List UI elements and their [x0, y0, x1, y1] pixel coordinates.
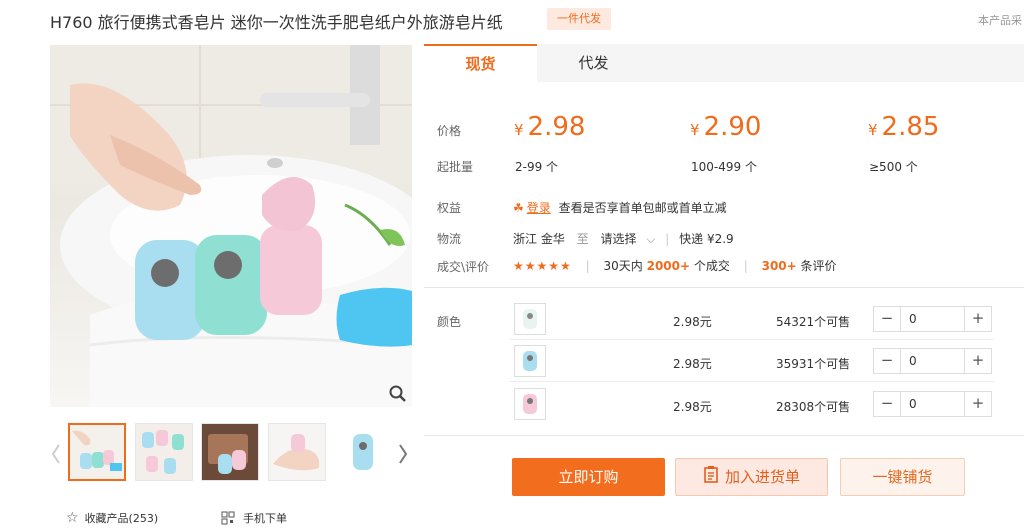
price-label: 价格	[437, 124, 462, 138]
currency-symbol: ¥	[690, 121, 700, 139]
price-tier-3: ¥2.85	[868, 112, 939, 142]
deals-count: 2000+	[646, 259, 691, 273]
add-to-cart-label: 加入进货单	[724, 468, 800, 486]
thumbnail-3[interactable]	[201, 423, 259, 481]
range-tier-2: 100-499 个	[691, 160, 757, 174]
price-value: 2.85	[881, 112, 940, 142]
quantity-stepper: − 0 +	[873, 306, 992, 332]
divider: |	[665, 232, 670, 246]
deals-label: 成交\评价	[437, 260, 490, 274]
sku-price: 2.98元	[673, 315, 712, 329]
sku-thumb-blue[interactable]	[514, 345, 546, 377]
dropship-badge: 一件代发	[547, 8, 611, 30]
login-link[interactable]: 登录	[527, 201, 551, 215]
deals-suffix: 个成交	[693, 259, 730, 273]
price-value: 2.98	[527, 112, 586, 142]
sku-divider	[509, 339, 994, 340]
sku-stock: 54321个可售	[776, 315, 851, 329]
main-product-image[interactable]	[50, 45, 412, 407]
chevron-down-icon: ⌵	[646, 232, 656, 246]
benefits-text: 查看是否享首单包邮或首单立减	[558, 201, 727, 215]
product-title: H760 旅行便携式香皂片 迷你一次性洗手肥皂纸户外旅游皂片纸	[50, 13, 503, 32]
favorite-button[interactable]: ☆ 收藏产品(253)	[66, 510, 158, 526]
qrcode-icon	[221, 511, 235, 528]
range-tier-1: 2-99 个	[515, 160, 559, 174]
mobile-order-button[interactable]: 手机下单	[221, 510, 287, 528]
color-label: 颜色	[437, 315, 462, 329]
price-tier-2: ¥2.90	[690, 112, 761, 142]
benefits-label: 权益	[437, 201, 462, 215]
thumbnail-5[interactable]	[334, 423, 392, 481]
tab-in-stock[interactable]: 现货	[424, 44, 537, 82]
favorite-label: 收藏产品(253)	[84, 512, 159, 525]
sku-price: 2.98元	[673, 357, 712, 371]
deals-row: ★★★★★ | 30天内 2000+ 个成交 | 300+ 条评价	[513, 257, 837, 274]
quantity-stepper: − 0 +	[873, 391, 992, 417]
order-now-button[interactable]: 立即订购	[512, 458, 665, 496]
price-value: 2.90	[703, 112, 762, 142]
rating-stars: ★★★★★	[513, 259, 572, 273]
range-tier-3: ≥500 个	[869, 160, 918, 174]
reviews-suffix: 条评价	[800, 259, 837, 273]
deals-prefix: 30天内	[603, 259, 643, 273]
quantity-input[interactable]: 0	[900, 349, 965, 373]
quantity-input[interactable]: 0	[900, 307, 965, 331]
decrement-button[interactable]: −	[874, 307, 900, 331]
increment-button[interactable]: +	[965, 392, 991, 416]
logistics-label: 物流	[437, 232, 462, 246]
sku-thumb-pink[interactable]	[514, 388, 546, 420]
thumbs-next-icon[interactable]	[397, 442, 409, 466]
quantity-stepper: − 0 +	[873, 348, 992, 374]
divider: |	[585, 259, 590, 273]
sku-stock: 28308个可售	[776, 400, 851, 414]
zoom-icon[interactable]	[388, 384, 408, 404]
ship-to-word: 至	[576, 232, 589, 246]
decrement-button[interactable]: −	[874, 349, 900, 373]
thumbs-prev-icon[interactable]	[50, 442, 62, 466]
currency-symbol: ¥	[868, 121, 878, 139]
star-outline-icon: ☆	[66, 510, 79, 526]
quantity-input[interactable]: 0	[900, 392, 965, 416]
add-to-cart-button[interactable]: 加入进货单	[675, 458, 828, 496]
logistics-row: 浙江 金华 至 请选择 ⌵ | 快递 ¥2.9	[513, 230, 734, 247]
sku-thumb-white[interactable]	[514, 303, 546, 335]
express-fee: 快递 ¥2.9	[679, 232, 734, 246]
thumbnail-1[interactable]	[68, 423, 126, 481]
section-divider	[424, 287, 1024, 288]
currency-symbol: ¥	[514, 121, 524, 139]
sku-price: 2.98元	[673, 400, 712, 414]
reviews-count[interactable]: 300+	[762, 259, 797, 273]
destination-value: 请选择	[600, 232, 637, 246]
one-click-distribute-button[interactable]: 一键铺货	[840, 458, 965, 496]
moq-label: 起批量	[437, 160, 474, 174]
section-divider	[424, 435, 1024, 436]
destination-select[interactable]: 请选择 ⌵	[601, 232, 660, 246]
increment-button[interactable]: +	[965, 349, 991, 373]
tab-dropship[interactable]: 代发	[537, 44, 650, 82]
ship-from: 浙江 金华	[513, 232, 565, 246]
coupon-icon: ☘	[513, 201, 524, 215]
mobile-order-label: 手机下单	[243, 512, 287, 525]
price-tier-1: ¥2.98	[514, 112, 585, 142]
benefits-row: ☘ 登录 查看是否享首单包邮或首单立减	[513, 199, 727, 216]
sku-stock: 35931个可售	[776, 357, 851, 371]
thumbnail-4[interactable]	[268, 423, 326, 481]
divider: |	[743, 259, 748, 273]
sku-divider	[509, 381, 994, 382]
increment-button[interactable]: +	[965, 307, 991, 331]
clipboard-icon	[703, 460, 719, 496]
header-note: 本产品采	[978, 14, 1022, 27]
thumbnail-2[interactable]	[135, 423, 193, 481]
decrement-button[interactable]: −	[874, 392, 900, 416]
